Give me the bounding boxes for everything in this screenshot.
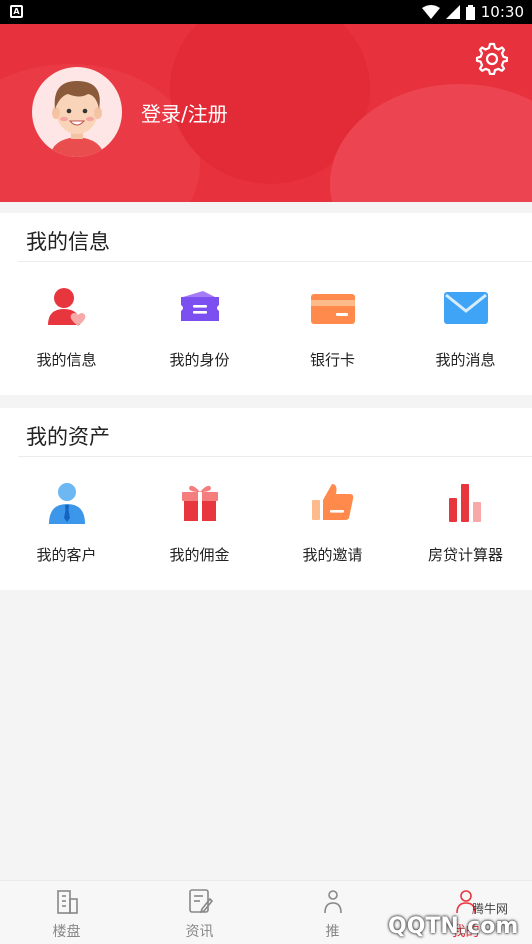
battery-icon	[465, 4, 475, 20]
profile-header: 登录/注册	[0, 24, 532, 202]
signal-icon	[445, 5, 460, 19]
bottom-tab-bar: 楼盘 资讯 推 我的	[0, 880, 532, 944]
tab-news[interactable]: 资讯	[133, 881, 266, 944]
news-edit-icon	[189, 889, 214, 914]
my-info-section: 我的信息 我的信息 我的身份 银行卡 我的消息	[0, 213, 532, 395]
gift-icon	[182, 485, 218, 521]
status-time: 10:30	[480, 3, 524, 21]
tab-label: 我的	[451, 924, 480, 940]
recommend-icon	[324, 890, 342, 914]
grid-item-label: 我的身份	[169, 351, 230, 369]
tab-mine[interactable]: 我的	[399, 881, 532, 944]
login-register-link[interactable]: 登录/注册	[141, 98, 228, 127]
divider	[18, 456, 532, 457]
section-title: 我的资产	[26, 425, 110, 449]
my-info-button[interactable]: 我的信息	[0, 281, 133, 381]
my-commission-button[interactable]: 我的佣金	[133, 476, 266, 576]
status-icons: 10:30	[421, 3, 524, 21]
my-assets-section: 我的资产 我的客户 我的佣金 我的邀请 房贷计算器	[0, 408, 532, 590]
bank-card-icon	[311, 294, 355, 324]
client-icon	[49, 483, 85, 524]
thumbs-up-icon	[312, 484, 354, 520]
divider	[18, 261, 532, 262]
tab-label: 推	[325, 924, 340, 940]
avatar-illustration	[50, 81, 104, 157]
mortgage-calculator-button[interactable]: 房贷计算器	[399, 476, 532, 576]
envelope-icon	[444, 292, 488, 324]
grid-item-label: 房贷计算器	[427, 546, 503, 564]
my-messages-button[interactable]: 我的消息	[399, 281, 532, 381]
tab-label: 资讯	[185, 924, 214, 940]
wifi-icon	[421, 5, 440, 19]
user-heart-icon	[48, 288, 86, 326]
building-icon	[57, 890, 78, 914]
avatar[interactable]	[32, 67, 122, 157]
profile-icon	[456, 890, 476, 914]
grid-item-label: 我的信息	[36, 351, 97, 369]
grid-item-label: 银行卡	[309, 351, 355, 369]
id-ticket-icon	[181, 291, 219, 321]
grid-item-label: 我的佣金	[169, 546, 230, 564]
bank-card-button[interactable]: 银行卡	[266, 281, 399, 381]
tab-recommend[interactable]: 推	[266, 881, 399, 944]
my-clients-button[interactable]: 我的客户	[0, 476, 133, 576]
bar-chart-icon	[449, 484, 481, 522]
app-notification-icon: A	[10, 5, 23, 18]
my-invitations-button[interactable]: 我的邀请	[266, 476, 399, 576]
grid-item-label: 我的消息	[435, 351, 496, 369]
grid-item-label: 我的邀请	[302, 546, 363, 564]
grid-item-label: 我的客户	[36, 546, 97, 564]
tab-buildings[interactable]: 楼盘	[0, 881, 133, 944]
section-title: 我的信息	[26, 230, 110, 254]
status-bar: A 10:30	[0, 0, 532, 24]
tab-label: 楼盘	[52, 924, 81, 940]
gear-icon[interactable]	[474, 41, 508, 75]
my-identity-button[interactable]: 我的身份	[133, 281, 266, 381]
